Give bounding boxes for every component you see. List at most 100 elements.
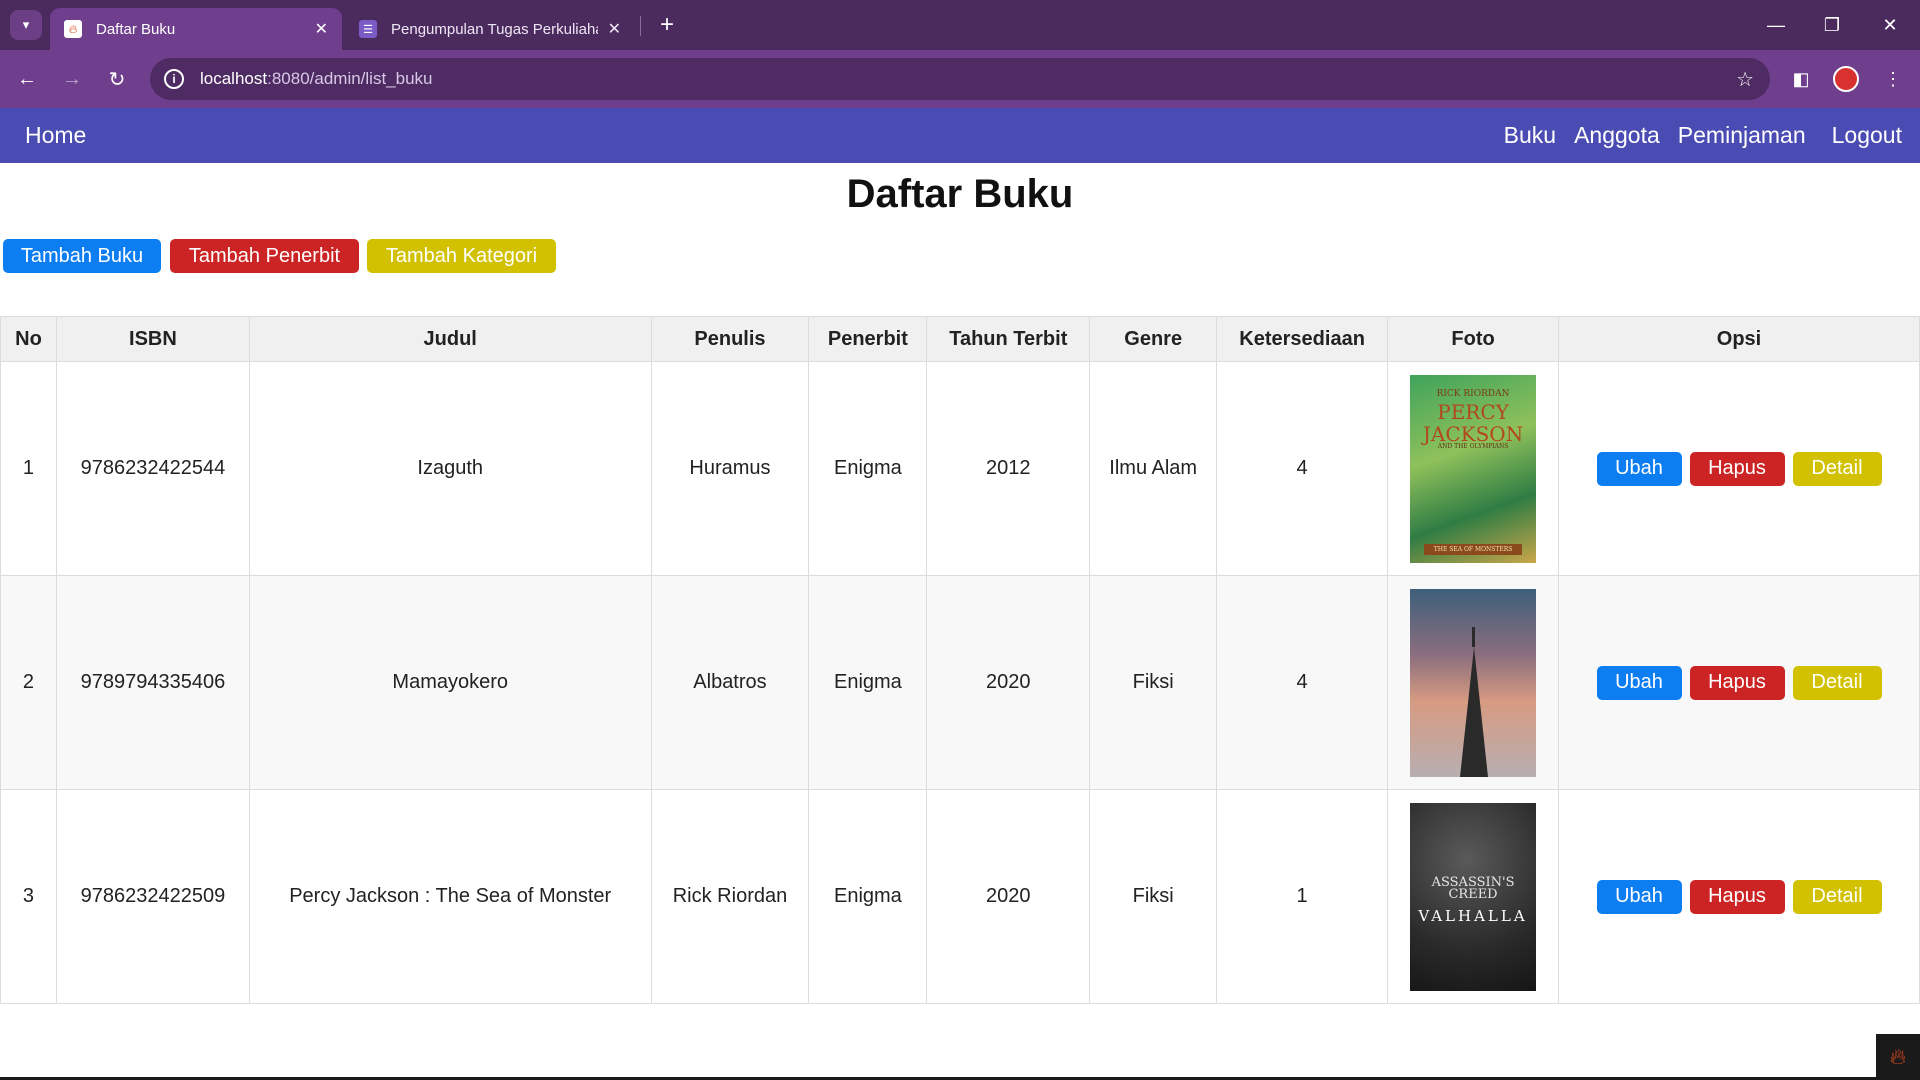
close-icon[interactable]: ✕	[315, 19, 328, 39]
header-penulis: Penulis	[650, 316, 810, 362]
minimize-button[interactable]: —	[1756, 10, 1796, 40]
nav-home-link[interactable]: Home	[25, 122, 86, 149]
header-opsi: Opsi	[1558, 316, 1920, 362]
plus-icon: +	[659, 11, 674, 38]
profile-avatar[interactable]	[1833, 66, 1859, 92]
cell-opsi: Ubah Hapus Detail	[1558, 575, 1920, 790]
book-cover-image: RICK RIORDAN PERCY JACKSON AND THE OLYMP…	[1410, 374, 1537, 563]
cell-penulis: Rick Riordan	[650, 789, 810, 1004]
url-text: localhost:8080/admin/list_buku	[200, 69, 433, 89]
cell-isbn: 9786232422509	[55, 789, 250, 1004]
side-panel-icon: ◧	[1792, 68, 1810, 89]
cell-judul: Izaguth	[248, 361, 652, 576]
side-panel-button[interactable]: ◧	[1786, 64, 1816, 94]
restore-button[interactable]: ❐	[1812, 10, 1852, 40]
cell-penulis: Albatros	[650, 575, 810, 790]
table-row: 1 9786232422544 Izaguth Huramus Enigma 2…	[0, 361, 1920, 576]
close-icon[interactable]: ✕	[608, 19, 621, 39]
cell-penerbit: Enigma	[808, 789, 928, 1004]
cell-judul: Mamayokero	[248, 575, 652, 790]
edit-button[interactable]: Ubah	[1596, 451, 1682, 486]
cell-isbn: 9786232422544	[55, 361, 250, 576]
forward-button[interactable]: →	[57, 64, 87, 94]
cell-foto: RICK RIORDAN PERCY JACKSON AND THE OLYMP…	[1387, 361, 1560, 576]
delete-button[interactable]: Hapus	[1689, 879, 1785, 914]
detail-button[interactable]: Detail	[1792, 879, 1882, 914]
book-cover-image	[1410, 588, 1537, 777]
cell-ketersediaan: 1	[1216, 789, 1389, 1004]
cell-penerbit: Enigma	[808, 361, 928, 576]
close-window-button[interactable]: ✕	[1870, 10, 1910, 40]
bookmark-star-icon[interactable]: ☆	[1736, 67, 1754, 92]
cell-no: 2	[0, 575, 57, 790]
tower-mast	[1472, 626, 1476, 647]
cell-tahun: 2020	[926, 575, 1091, 790]
chevron-down-icon: ▾	[22, 17, 30, 32]
table-header-row: No ISBN Judul Penulis Penerbit Tahun Ter…	[0, 316, 1920, 362]
close-icon: ✕	[1882, 14, 1898, 35]
nav-link-buku[interactable]: Buku	[1504, 122, 1556, 149]
header-tahun-terbit: Tahun Terbit	[926, 316, 1091, 362]
nav-links: Buku Anggota Peminjaman Logout	[1486, 122, 1902, 149]
info-icon[interactable]: i	[164, 69, 184, 89]
list-favicon-icon: ☰	[359, 20, 377, 38]
nav-link-peminjaman[interactable]: Peminjaman	[1678, 122, 1806, 149]
tower-shape	[1460, 646, 1489, 777]
cell-genre: Ilmu Alam	[1089, 361, 1218, 576]
cover-line1: ASSASSIN'S CREED	[1431, 874, 1515, 902]
cell-genre: Fiksi	[1089, 575, 1218, 790]
more-vert-icon: ⋮	[1884, 68, 1902, 89]
tab-label: Pengumpulan Tugas Perkuliahan	[391, 20, 598, 38]
delete-button[interactable]: Hapus	[1689, 665, 1785, 700]
row-actions: Ubah Hapus Detail	[1559, 451, 1919, 486]
add-category-button[interactable]: Tambah Kategori	[367, 239, 556, 273]
header-genre: Genre	[1089, 316, 1218, 362]
header-isbn: ISBN	[55, 316, 250, 362]
restore-icon: ❐	[1823, 14, 1841, 35]
cover-title: PERCY JACKSON	[1422, 399, 1524, 446]
delete-button[interactable]: Hapus	[1689, 451, 1785, 486]
cell-penerbit: Enigma	[808, 575, 928, 790]
address-bar[interactable]: i localhost:8080/admin/list_buku ☆	[150, 58, 1770, 100]
add-book-button[interactable]: Tambah Buku	[3, 239, 161, 273]
url-path: :8080/admin/list_buku	[267, 69, 433, 88]
reload-icon: ↻	[108, 68, 126, 91]
header-judul: Judul	[248, 316, 652, 362]
browser-toolbar: ← → ↻ i localhost:8080/admin/list_buku ☆…	[0, 50, 1920, 108]
url-host: localhost	[200, 69, 268, 88]
edit-button[interactable]: Ubah	[1596, 879, 1682, 914]
arrow-left-icon: ←	[17, 67, 37, 90]
debug-toolbar-flame-icon[interactable]: 🔥︎	[1876, 1034, 1920, 1080]
nav-link-anggota[interactable]: Anggota	[1574, 122, 1660, 149]
header-no: No	[0, 316, 57, 362]
book-cover-image: ASSASSIN'S CREED VALHALLA	[1410, 802, 1537, 991]
browser-menu-button[interactable]: ⋮	[1878, 64, 1908, 94]
cell-judul: Percy Jackson : The Sea of Monster	[248, 789, 652, 1004]
tab-daftar-buku[interactable]: 🔥︎ Daftar Buku ✕	[50, 8, 342, 50]
cell-penulis: Huramus	[650, 361, 810, 576]
cell-genre: Fiksi	[1089, 789, 1218, 1004]
header-ketersediaan: Ketersediaan	[1216, 316, 1389, 362]
edit-button[interactable]: Ubah	[1596, 665, 1682, 700]
table-row: 3 9786232422509 Percy Jackson : The Sea …	[0, 789, 1920, 1004]
back-button[interactable]: ←	[12, 64, 42, 94]
row-actions: Ubah Hapus Detail	[1559, 879, 1919, 914]
cell-ketersediaan: 4	[1216, 575, 1389, 790]
cell-no: 3	[0, 789, 57, 1004]
add-publisher-button[interactable]: Tambah Penerbit	[170, 239, 359, 273]
cell-tahun: 2020	[926, 789, 1091, 1004]
row-actions: Ubah Hapus Detail	[1559, 665, 1919, 700]
tab-search-button[interactable]: ▾	[10, 10, 42, 40]
app-navbar: Home Buku Anggota Peminjaman Logout	[0, 108, 1920, 163]
minimize-icon: —	[1767, 14, 1785, 35]
cell-ketersediaan: 4	[1216, 361, 1389, 576]
reload-button[interactable]: ↻	[102, 64, 132, 94]
detail-button[interactable]: Detail	[1792, 451, 1882, 486]
new-tab-button[interactable]: +	[652, 10, 682, 40]
arrow-right-icon: →	[62, 67, 82, 90]
cover-author: RICK RIORDAN	[1436, 388, 1510, 399]
nav-logout-link[interactable]: Logout	[1832, 122, 1902, 149]
tab-pengumpulan-tugas[interactable]: ☰ Pengumpulan Tugas Perkuliahan ✕	[345, 8, 635, 50]
cover-banner: THE SEA OF MONSTERS	[1424, 543, 1523, 555]
detail-button[interactable]: Detail	[1792, 665, 1882, 700]
